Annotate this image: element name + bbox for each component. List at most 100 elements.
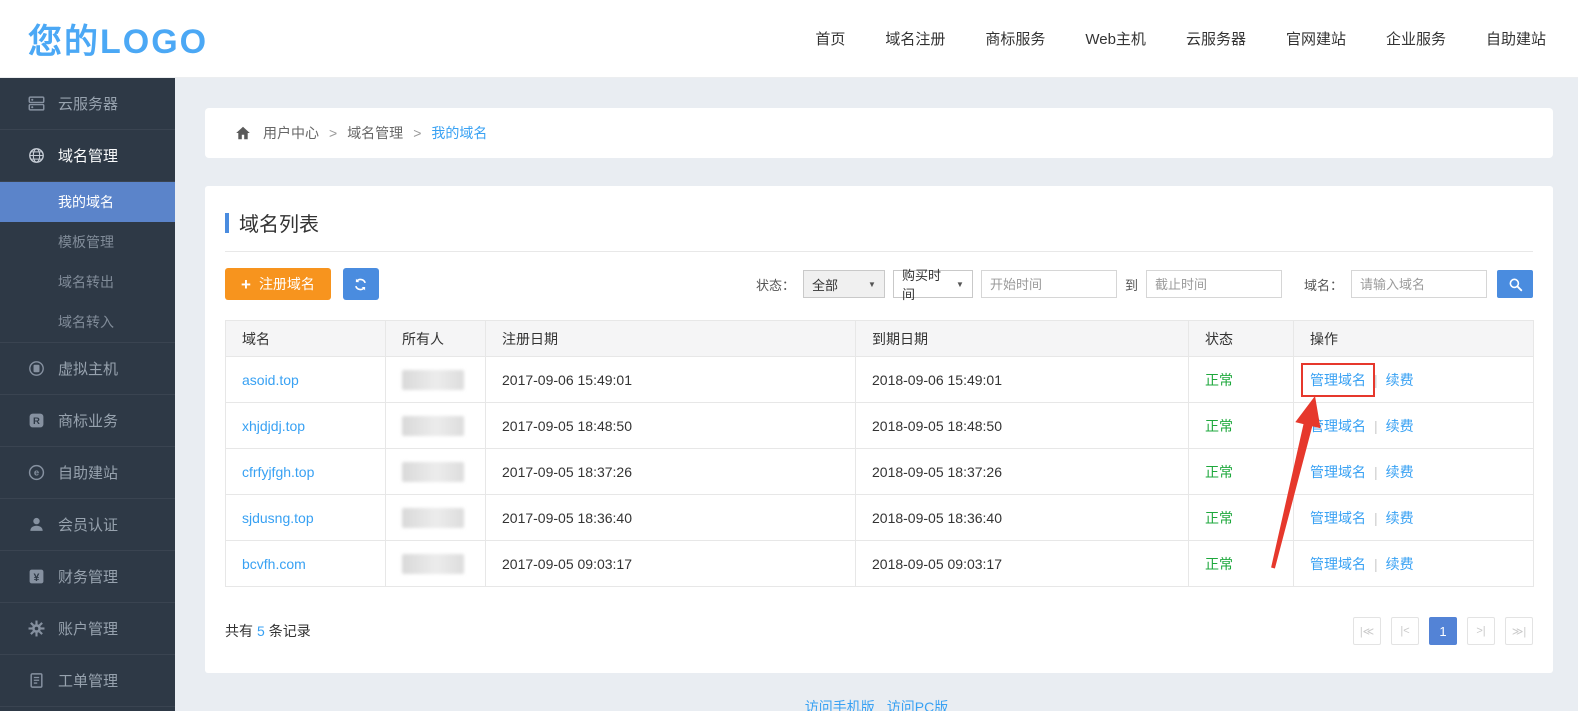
sidebar-item-域名管理[interactable]: 域名管理 (0, 130, 175, 182)
breadcrumb-link[interactable]: 我的域名 (431, 125, 487, 141)
sidebar-item-label: 域名管理 (58, 145, 118, 166)
server-icon (28, 95, 45, 112)
panel-title: 域名列表 (239, 208, 319, 237)
domain-link[interactable]: cfrfyjfgh.top (242, 464, 314, 480)
member-icon (28, 516, 45, 533)
ticket-icon (28, 672, 45, 689)
manage-domain-link[interactable]: 管理域名 (1310, 508, 1366, 528)
pagination: |≪ |< 1 >| ≫| (1353, 617, 1533, 645)
manage-domain-link[interactable]: 管理域名 (1310, 370, 1366, 390)
first-page-button[interactable]: |≪ (1353, 617, 1381, 645)
top-nav-item[interactable]: 首页 (815, 28, 845, 49)
record-count: 共有5条记录 (225, 621, 311, 641)
manage-domain-link[interactable]: 管理域名 (1310, 554, 1366, 574)
page-footer: 访问手机版访问PC版 (175, 697, 1578, 711)
toolbar-left: + 注册域名 (225, 268, 379, 300)
sidebar-item-label: 财务管理 (58, 566, 118, 587)
expiry-date: 2018-09-05 18:48:50 (856, 403, 1189, 449)
sidebar-item-label: 账户管理 (58, 618, 118, 639)
gear-icon (28, 620, 45, 637)
sidebar-item-label: 会员认证 (58, 514, 118, 535)
page-number-button[interactable]: 1 (1429, 617, 1457, 645)
sidebar-item-商标业务[interactable]: R商标业务 (0, 395, 175, 447)
prev-page-button[interactable]: |< (1391, 617, 1419, 645)
renew-link[interactable]: 续费 (1386, 508, 1414, 528)
refresh-button[interactable] (343, 268, 379, 300)
footer-link[interactable]: 访问PC版 (887, 699, 948, 711)
register-domain-button[interactable]: + 注册域名 (225, 268, 331, 300)
renew-link[interactable]: 续费 (1386, 554, 1414, 574)
domain-link[interactable]: xhjdjdj.top (242, 418, 305, 434)
search-button[interactable] (1497, 270, 1533, 298)
sitebuilder-icon: e (28, 464, 45, 481)
domain-search-input[interactable] (1351, 270, 1487, 298)
domain-link[interactable]: sjdusng.top (242, 510, 314, 526)
owner-redacted (402, 416, 464, 436)
status-select[interactable]: 全部 ▼ (803, 270, 885, 298)
renew-link[interactable]: 续费 (1386, 370, 1414, 390)
time-type-select[interactable]: 购买时间 ▼ (893, 270, 973, 298)
finance-icon: ¥ (28, 568, 45, 585)
sidebar-submenu: 我的域名模板管理域名转出域名转入 (0, 182, 175, 343)
top-nav-item[interactable]: 域名注册 (885, 28, 945, 49)
filter-bar: 状态： 全部 ▼ 购买时间 ▼ 到 域名： (756, 270, 1533, 298)
end-date-input[interactable] (1146, 270, 1282, 298)
start-date-input[interactable] (981, 270, 1117, 298)
renew-link[interactable]: 续费 (1386, 462, 1414, 482)
sidebar-subitem-域名转出[interactable]: 域名转出 (0, 262, 175, 302)
sidebar-item-工单管理[interactable]: 工单管理 (0, 655, 175, 707)
breadcrumb-link[interactable]: 用户中心 (263, 125, 319, 141)
table-row: bcvfh.com2017-09-05 09:03:172018-09-05 0… (226, 541, 1534, 587)
footer-link[interactable]: 访问手机版 (805, 699, 875, 711)
table-column-header: 域名 (226, 321, 386, 357)
table-column-header: 操作 (1294, 321, 1534, 357)
expiry-date: 2018-09-05 18:36:40 (856, 495, 1189, 541)
sidebar-item-财务管理[interactable]: ¥ 财务管理 (0, 551, 175, 603)
action-separator: | (1374, 418, 1378, 434)
domain-link[interactable]: bcvfh.com (242, 556, 306, 572)
home-icon (235, 125, 251, 141)
sidebar-subitem-域名转入[interactable]: 域名转入 (0, 302, 175, 342)
top-nav-item[interactable]: 商标服务 (985, 28, 1045, 49)
sidebar-item-虚拟主机[interactable]: 虚拟主机 (0, 343, 175, 395)
chevron-down-icon: ▼ (868, 280, 876, 289)
sidebar-item-云服务器[interactable]: 云服务器 (0, 78, 175, 130)
status-badge: 正常 (1205, 464, 1233, 480)
renew-link[interactable]: 续费 (1386, 416, 1414, 436)
next-page-button[interactable]: >| (1467, 617, 1495, 645)
sidebar-subitem-我的域名[interactable]: 我的域名 (0, 182, 175, 222)
expiry-date: 2018-09-05 18:37:26 (856, 449, 1189, 495)
top-nav-item[interactable]: Web主机 (1085, 28, 1146, 49)
sidebar-item-自助建站[interactable]: e 自助建站 (0, 447, 175, 499)
top-nav-item[interactable]: 云服务器 (1186, 28, 1246, 49)
top-nav-item[interactable]: 官网建站 (1286, 28, 1346, 49)
top-nav-item[interactable]: 自助建站 (1486, 28, 1546, 49)
breadcrumb-link[interactable]: 域名管理 (347, 125, 403, 141)
last-page-button[interactable]: ≫| (1505, 617, 1533, 645)
domain-table: 域名所有人注册日期到期日期状态操作 asoid.top2017-09-06 15… (225, 320, 1534, 587)
sidebar-item-会员认证[interactable]: 会员认证 (0, 499, 175, 551)
owner-redacted (402, 554, 464, 574)
sidebar-item-账户管理[interactable]: 账户管理 (0, 603, 175, 655)
domain-link[interactable]: asoid.top (242, 372, 299, 388)
sidebar: 云服务器域名管理我的域名模板管理域名转出域名转入虚拟主机R商标业务 e 自助建站会员… (0, 78, 175, 711)
owner-redacted (402, 508, 464, 528)
action-separator: | (1374, 464, 1378, 480)
manage-domain-link[interactable]: 管理域名 (1310, 416, 1366, 436)
register-domain-label: 注册域名 (259, 274, 315, 294)
toolbar: + 注册域名 状态： 全部 ▼ 购买时间 ▼ (225, 268, 1533, 300)
table-column-header: 所有人 (386, 321, 486, 357)
table-column-header: 注册日期 (486, 321, 856, 357)
manage-domain-link[interactable]: 管理域名 (1310, 462, 1366, 482)
sidebar-item-label: 自助建站 (58, 462, 118, 483)
sidebar-item-label: 云服务器 (58, 93, 118, 114)
expiry-date: 2018-09-05 09:03:17 (856, 541, 1189, 587)
main-content: 用户中心>域名管理>我的域名 域名列表 + 注册域名 状态： (175, 78, 1578, 711)
sidebar-subitem-模板管理[interactable]: 模板管理 (0, 222, 175, 262)
sidebar-item-label: 工单管理 (58, 670, 118, 691)
top-nav-item[interactable]: 企业服务 (1386, 28, 1446, 49)
panel-title-row: 域名列表 (225, 208, 1533, 252)
status-select-value: 全部 (812, 275, 838, 294)
breadcrumb-items: 用户中心>域名管理>我的域名 (259, 123, 491, 143)
table-header-row: 域名所有人注册日期到期日期状态操作 (226, 321, 1534, 357)
